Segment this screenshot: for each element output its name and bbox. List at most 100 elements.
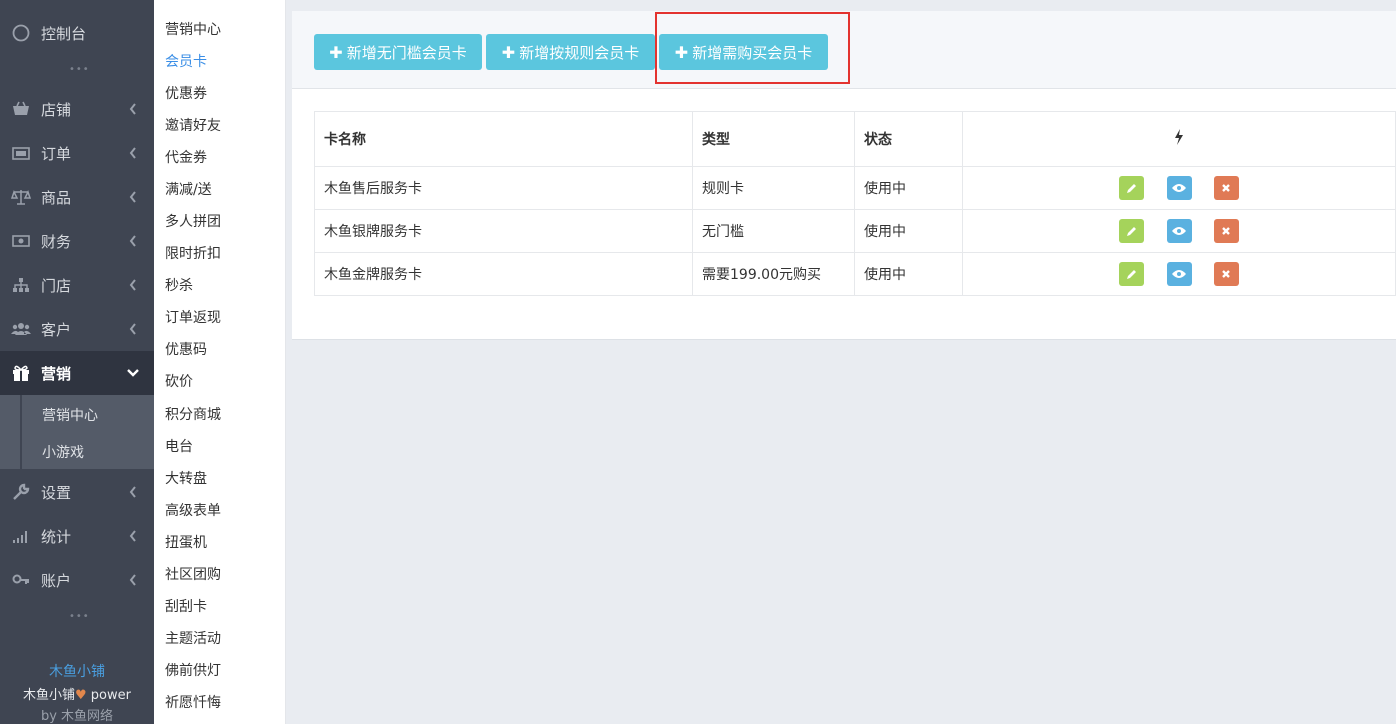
- view-button[interactable]: [1166, 219, 1192, 243]
- nav-item-dashboard[interactable]: 控制台: [0, 11, 154, 55]
- nav-item-account[interactable]: 账户: [0, 558, 154, 602]
- chevron-left-icon: [129, 486, 136, 498]
- edit-button[interactable]: [1119, 219, 1145, 243]
- card-type: 规则卡: [692, 166, 855, 210]
- submenu-item[interactable]: 优惠券: [165, 83, 207, 103]
- dashboard-icon: [11, 23, 31, 43]
- submenu-item[interactable]: 大转盘: [165, 468, 207, 488]
- plus-icon: ✚: [501, 42, 516, 62]
- submenu-item[interactable]: 电台: [165, 436, 193, 456]
- edit-button[interactable]: [1119, 176, 1145, 200]
- brand-power-suffix: power: [86, 688, 131, 703]
- collapse-dots-icon[interactable]: •••: [69, 612, 89, 622]
- submenu-item[interactable]: 佛前供灯: [165, 660, 221, 680]
- card-name: 木鱼售后服务卡: [314, 166, 693, 210]
- submenu-guide-line: [20, 395, 22, 469]
- nav-item-label: 门店: [41, 276, 72, 295]
- chevron-left-icon: [129, 530, 136, 542]
- nav-item-marketing[interactable]: 营销: [0, 351, 154, 395]
- eye-icon: [1172, 184, 1186, 192]
- button-label: 新增无门槛会员卡: [346, 43, 467, 62]
- collapse-dots-icon[interactable]: •••: [69, 65, 89, 75]
- plus-icon: ✚: [329, 42, 343, 62]
- delete-button[interactable]: [1213, 262, 1239, 286]
- nav-item-label: 财务: [41, 232, 72, 251]
- nav-item-settings[interactable]: 设置: [0, 470, 154, 514]
- key-icon: [11, 570, 31, 590]
- submenu-item[interactable]: 刮刮卡: [165, 596, 207, 616]
- table-row: 木鱼银牌服务卡 无门槛 使用中: [314, 209, 1396, 253]
- chevron-left-icon: [129, 574, 136, 586]
- submenu-item[interactable]: 祈愿忏悔: [165, 692, 221, 712]
- marketing-submenu: 营销中心 小游戏: [0, 395, 154, 469]
- nav-item-order[interactable]: 订单: [0, 131, 154, 175]
- submenu-item[interactable]: 高级表单: [165, 500, 221, 520]
- gift-icon: [11, 363, 31, 383]
- submenu-item[interactable]: 代金券: [165, 147, 207, 167]
- order-icon: [11, 143, 31, 163]
- card-type: 需要199.00元购买: [692, 252, 855, 296]
- chevron-down-icon: [127, 369, 139, 377]
- nav-sub-item-marketing-center[interactable]: 营销中心: [42, 405, 98, 425]
- submenu-item[interactable]: 扭蛋机: [165, 532, 207, 552]
- submenu-item[interactable]: 秒杀: [165, 275, 193, 295]
- nav-item-customer[interactable]: 客户: [0, 307, 154, 351]
- brand-power: 木鱼小铺♥ power: [0, 684, 154, 703]
- view-button[interactable]: [1166, 262, 1192, 286]
- card-status: 使用中: [854, 209, 963, 253]
- brand-power-prefix: 木鱼小铺: [23, 688, 76, 703]
- add-free-card-button[interactable]: ✚ 新增无门槛会员卡: [314, 34, 482, 70]
- chevron-left-icon: [129, 323, 136, 335]
- submenu-item[interactable]: 积分商城: [165, 404, 221, 424]
- submenu-item[interactable]: 订单返现: [165, 307, 221, 327]
- close-icon: [1222, 184, 1231, 192]
- row-actions: [962, 166, 1396, 210]
- delete-button[interactable]: [1213, 176, 1239, 200]
- submenu-item[interactable]: 营销中心: [165, 19, 221, 39]
- delete-button[interactable]: [1213, 219, 1239, 243]
- nav-item-label: 营销: [41, 364, 72, 383]
- submenu-item[interactable]: 砍价: [165, 371, 193, 391]
- eye-icon: [1172, 270, 1186, 278]
- edit-button[interactable]: [1119, 262, 1145, 286]
- nav-sub-item-mini-games[interactable]: 小游戏: [42, 442, 84, 462]
- users-icon: [11, 319, 31, 339]
- card-status: 使用中: [854, 252, 963, 296]
- submenu-item[interactable]: 社区团购: [165, 564, 221, 584]
- nav-item-store[interactable]: 门店: [0, 263, 154, 307]
- column-header-type: 类型: [692, 111, 855, 167]
- submenu-item[interactable]: 邀请好友: [165, 115, 221, 135]
- view-button[interactable]: [1166, 176, 1192, 200]
- nav-item-label: 客户: [41, 320, 72, 339]
- submenu-item[interactable]: 主题活动: [165, 628, 221, 648]
- column-header-status: 状态: [854, 111, 963, 167]
- nav-item-goods[interactable]: 商品: [0, 175, 154, 219]
- nav-item-shop[interactable]: 店铺: [0, 87, 154, 131]
- submenu-item[interactable]: 优惠码: [165, 339, 207, 359]
- close-icon: [1222, 270, 1231, 278]
- brand-by: by 木鱼网络: [40, 709, 114, 724]
- column-header-actions: [962, 111, 1396, 167]
- nav-item-label: 订单: [41, 144, 72, 163]
- wrench-icon: [11, 482, 31, 502]
- submenu-item-member-card[interactable]: 会员卡: [165, 51, 207, 71]
- column-header-name: 卡名称: [314, 111, 693, 167]
- chevron-left-icon: [129, 191, 136, 203]
- chevron-left-icon: [129, 103, 136, 115]
- nav-item-label: 设置: [41, 483, 72, 502]
- add-rule-card-button[interactable]: ✚ 新增按规则会员卡: [486, 34, 655, 70]
- submenu-item[interactable]: 限时折扣: [165, 243, 221, 263]
- nav-item-finance[interactable]: 财务: [0, 219, 154, 263]
- pencil-icon: [1126, 270, 1136, 279]
- eye-icon: [1172, 227, 1186, 235]
- nav-item-stats[interactable]: 统计: [0, 514, 154, 558]
- member-card-table: 卡名称 类型 状态 木鱼售后服务卡 规则卡 使用中 木鱼银牌服务卡 无门槛 使用…: [314, 111, 1396, 296]
- submenu-item[interactable]: 多人拼团: [165, 211, 221, 231]
- bolt-icon: [1175, 129, 1183, 145]
- table-header-row: 卡名称 类型 状态: [314, 111, 1396, 167]
- button-label: 新增按规则会员卡: [519, 43, 640, 62]
- brand-name[interactable]: 木鱼小铺: [0, 661, 154, 681]
- submenu-item[interactable]: 满减/送: [165, 179, 212, 199]
- nav-item-label: 账户: [41, 571, 72, 590]
- marketing-menu: 营销中心 会员卡 优惠券 邀请好友 代金券 满减/送 多人拼团 限时折扣 秒杀 …: [154, 0, 286, 724]
